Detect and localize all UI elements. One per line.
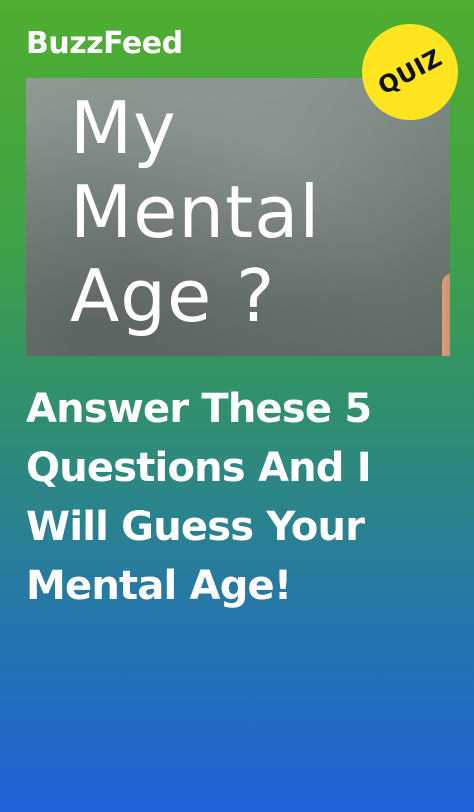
headline-line: Questions And I	[26, 445, 372, 491]
hero-photo-edge	[442, 273, 450, 356]
headline-line: Answer These 5	[26, 386, 372, 432]
hero-title-line: My	[70, 86, 177, 170]
quiz-badge: QUIZ	[362, 24, 458, 120]
quiz-badge-label: QUIZ	[373, 43, 447, 101]
headline-line: Mental Age!	[26, 563, 292, 609]
hero-title-line: Age ?	[70, 254, 276, 338]
hero-title: My Mental Age ?	[70, 86, 320, 338]
quiz-headline[interactable]: Answer These 5 Questions And I Will Gues…	[26, 380, 456, 616]
hero-image[interactable]: My Mental Age ?	[26, 78, 450, 356]
hero-title-line: Mental	[70, 170, 321, 254]
headline-line: Will Guess Your	[26, 504, 365, 550]
buzzfeed-logo[interactable]: BuzzFeed	[26, 26, 183, 61]
